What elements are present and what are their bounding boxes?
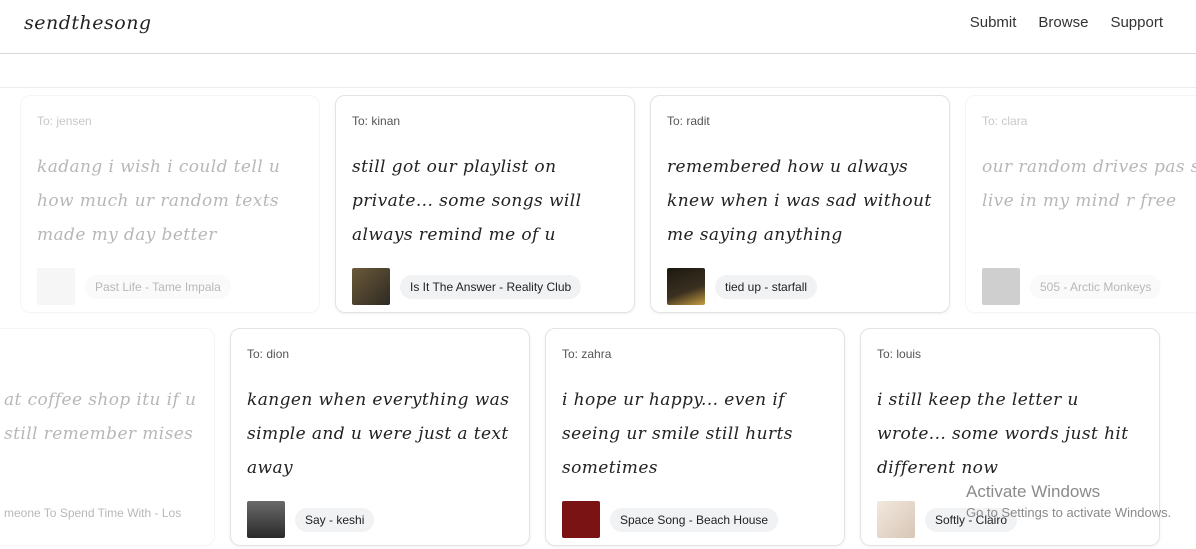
song-info: Space Song - Beach House bbox=[562, 501, 779, 538]
album-art bbox=[982, 268, 1020, 305]
message-text: our random drives pas still live in my m… bbox=[982, 157, 1196, 211]
nav-links: Submit Browse Support bbox=[970, 14, 1163, 31]
recipient: To: kinan bbox=[352, 114, 401, 128]
message-text: kangen when everything was simple and u … bbox=[247, 390, 510, 478]
song-info: Is It The Answer - Reality Club bbox=[352, 268, 582, 305]
message-card[interactable]: To: dion kangen when everything was simp… bbox=[230, 328, 530, 546]
watermark-title: Activate Windows bbox=[966, 482, 1101, 501]
message-card[interactable]: To: kinan still got our playlist on priv… bbox=[335, 95, 635, 313]
message-text: i still keep the letter u wrote... some … bbox=[877, 390, 1129, 478]
message-text: still got our playlist on private... som… bbox=[352, 157, 582, 245]
message-card[interactable]: To: zahra i hope ur happy... even if see… bbox=[545, 328, 845, 546]
message-card[interactable]: To: jensen kadang i wish i could tell u … bbox=[20, 95, 320, 313]
song-pill[interactable]: tied up - starfall bbox=[715, 274, 818, 299]
song-info: meone To Spend Time With - Los bbox=[4, 501, 191, 525]
nav-support-link[interactable]: Support bbox=[1110, 14, 1163, 31]
recipient-name: kinan bbox=[371, 114, 401, 128]
recipient-name: clara bbox=[1001, 114, 1028, 128]
message-text: kadang i wish i could tell u how much ur… bbox=[37, 157, 281, 245]
album-art bbox=[352, 268, 390, 305]
recipient-name: zahra bbox=[581, 347, 612, 361]
song-info: Say - keshi bbox=[247, 501, 375, 538]
logo[interactable]: sendthesong bbox=[24, 12, 152, 34]
album-art bbox=[562, 501, 600, 538]
site-header: sendthesong Submit Browse Support bbox=[0, 0, 1196, 54]
album-art bbox=[37, 268, 75, 305]
song-pill[interactable]: meone To Spend Time With - Los bbox=[4, 501, 191, 525]
message-card[interactable]: To: radit remembered how u always knew w… bbox=[650, 95, 950, 313]
message-text: at coffee shop itu if u still remember m… bbox=[4, 390, 197, 444]
message-card[interactable]: To: clara our random drives pas still li… bbox=[965, 95, 1196, 313]
recipient-name: jensen bbox=[56, 114, 92, 128]
recipient-name: louis bbox=[896, 347, 922, 361]
recipient-name: radit bbox=[686, 114, 710, 128]
recipient: To: dion bbox=[247, 347, 290, 361]
song-pill[interactable]: Space Song - Beach House bbox=[610, 507, 779, 532]
message-text: i hope ur happy... even if seeing ur smi… bbox=[562, 390, 793, 478]
recipient-name: dion bbox=[266, 347, 290, 361]
song-info: 505 - Arctic Monkeys bbox=[982, 268, 1162, 305]
nav-browse-link[interactable]: Browse bbox=[1038, 14, 1088, 31]
message-text: remembered how u always knew when i was … bbox=[667, 157, 932, 245]
recipient: To: radit bbox=[667, 114, 710, 128]
song-pill[interactable]: Past Life - Tame Impala bbox=[85, 274, 231, 299]
message-card[interactable]: at coffee shop itu if u still remember m… bbox=[0, 328, 215, 546]
card-row-1: To: jensen kadang i wish i could tell u … bbox=[0, 95, 1196, 315]
windows-activation-watermark: Activate Windows Go to Settings to activ… bbox=[966, 482, 1171, 520]
song-info: tied up - starfall bbox=[667, 268, 818, 305]
recipient: To: clara bbox=[982, 114, 1028, 128]
song-pill[interactable]: 505 - Arctic Monkeys bbox=[1030, 274, 1162, 299]
nav-submit-link[interactable]: Submit bbox=[970, 14, 1017, 31]
recipient: To: jensen bbox=[37, 114, 92, 128]
song-pill[interactable]: Is It The Answer - Reality Club bbox=[400, 274, 582, 299]
album-art bbox=[877, 501, 915, 538]
watermark-subtitle: Go to Settings to activate Windows. bbox=[966, 505, 1172, 520]
album-art bbox=[247, 501, 285, 538]
song-pill[interactable]: Say - keshi bbox=[295, 507, 375, 532]
song-info: Past Life - Tame Impala bbox=[37, 268, 231, 305]
sub-bar bbox=[0, 54, 1196, 88]
recipient: To: zahra bbox=[562, 347, 612, 361]
album-art bbox=[667, 268, 705, 305]
recipient: To: louis bbox=[877, 347, 922, 361]
